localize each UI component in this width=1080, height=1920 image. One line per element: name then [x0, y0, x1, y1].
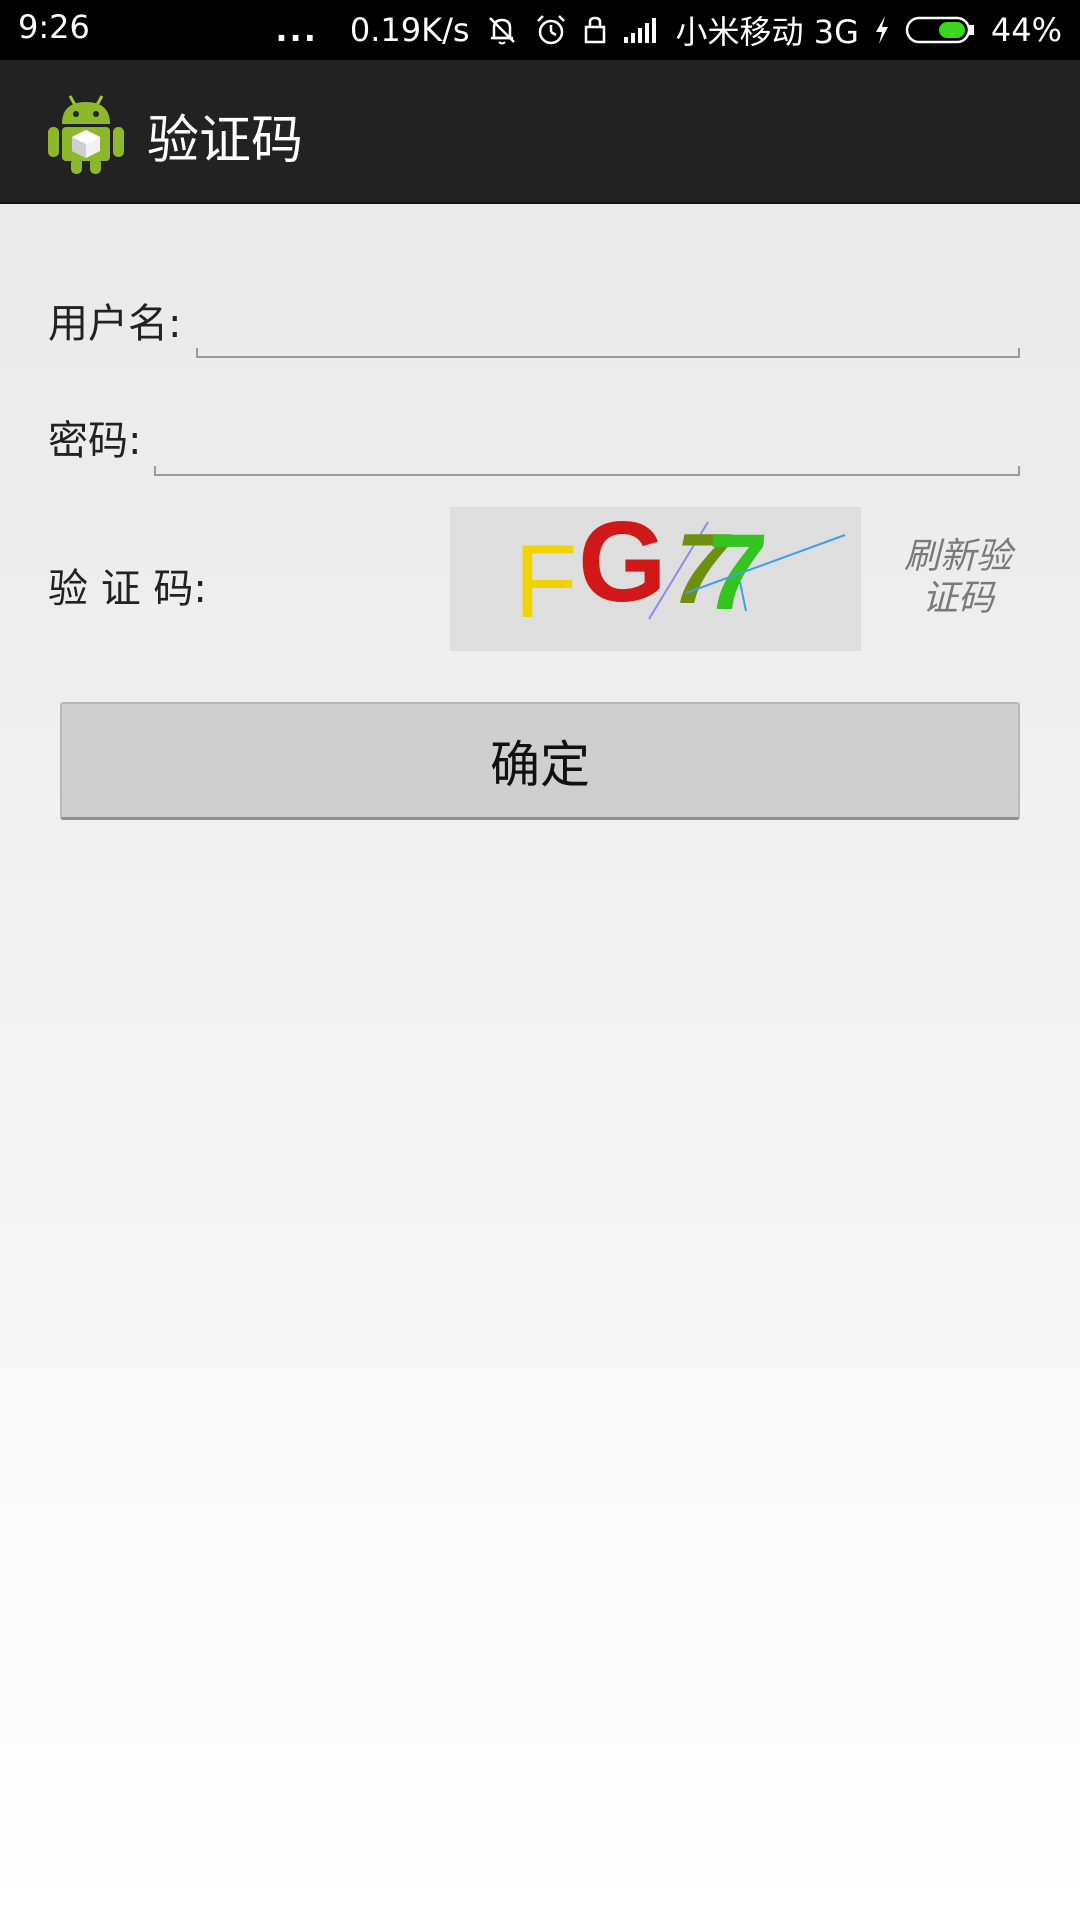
status-bar: 9:26 ... 0.19K/s 小米移动 3G 44% [0, 0, 1080, 60]
mute-icon [484, 12, 520, 48]
username-underline [196, 348, 1020, 358]
android-app-icon [44, 88, 128, 176]
password-underline [154, 466, 1020, 476]
password-field[interactable] [156, 404, 1018, 466]
confirm-button[interactable]: 确定 [60, 702, 1020, 820]
captcha-label: 验 证 码: [48, 566, 207, 612]
status-icons: ... 0.19K/s 小米移动 3G 44% [275, 6, 1062, 54]
network-speed: 0.19K/s [349, 11, 470, 49]
svg-text:G: G [578, 507, 667, 626]
svg-text:F: F [514, 524, 578, 640]
charging-icon [873, 14, 891, 46]
battery-percent: 44% [990, 11, 1062, 49]
alarm-icon [534, 13, 568, 47]
password-label: 密码: [48, 418, 142, 464]
page-title: 验证码 [147, 111, 304, 171]
more-dots: ... [275, 11, 318, 49]
carrier-name: 小米移动 3G [675, 13, 859, 51]
battery-icon [905, 14, 977, 46]
signal-icon [622, 15, 662, 45]
captcha-image[interactable]: F G 7 7 [450, 499, 861, 651]
username-label: 用户名: [48, 301, 182, 347]
refresh-captcha-link[interactable]: 刷新验证码 [893, 536, 1023, 620]
action-bar: 验证码 [0, 60, 1080, 204]
username-field[interactable] [198, 286, 1018, 348]
svg-text:7: 7 [699, 511, 772, 632]
status-time: 9:26 [18, 8, 90, 46]
lock-icon [582, 14, 608, 46]
